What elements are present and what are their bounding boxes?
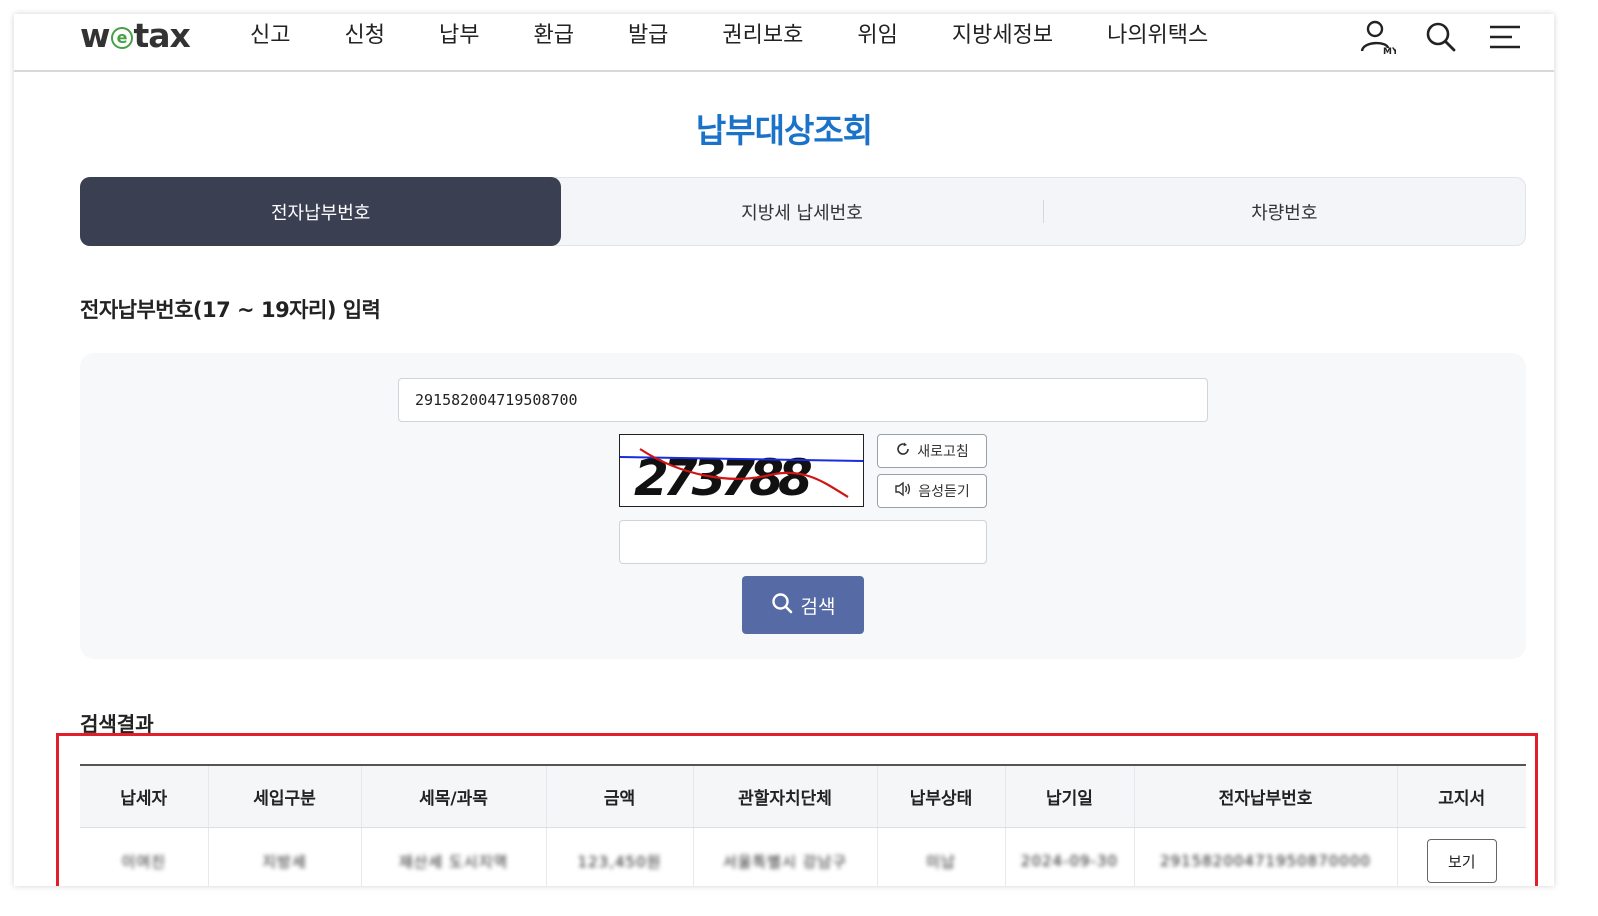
search-icon (771, 592, 793, 619)
captcha-image: 273788 (619, 434, 864, 507)
logo-e-mark: e (110, 27, 133, 49)
nav-item-report[interactable]: 신고 (250, 14, 290, 58)
my-badge: MY (1383, 47, 1396, 56)
site-header: w e tax 신고 신청 납부 환급 발급 권리보호 위임 지방세정보 나의위택스… (14, 14, 1554, 72)
nav-item-rights[interactable]: 권리보호 (722, 14, 803, 58)
nav-item-apply[interactable]: 신청 (344, 14, 384, 58)
search-type-tabs: 전자납부번호 지방세 납세번호 차량번호 (80, 177, 1526, 246)
header-icons: MY (1358, 18, 1524, 56)
logo-part: w (80, 16, 110, 55)
user-my-icon[interactable]: MY (1358, 18, 1396, 56)
search-panel: 273788 새로고침 음성듣기 검색 (80, 353, 1526, 659)
captcha-refresh-button[interactable]: 새로고침 (877, 434, 987, 468)
nav-item-local-tax-info[interactable]: 지방세정보 (952, 14, 1053, 58)
tab-vehicle-number[interactable]: 차량번호 (1044, 178, 1525, 245)
tab-epay-number[interactable]: 전자납부번호 (80, 177, 562, 246)
search-icon[interactable] (1422, 18, 1460, 56)
browser-frame: w e tax 신고 신청 납부 환급 발급 권리보호 위임 지방세정보 나의위택스… (14, 14, 1554, 886)
page-title: 납부대상조회 (695, 111, 873, 150)
section-label: 전자납부번호(17 ~ 19자리) 입력 (80, 298, 381, 322)
main-nav: 신고 신청 납부 환급 발급 권리보호 위임 지방세정보 나의위택스 (250, 14, 1208, 58)
epay-number-input[interactable] (398, 378, 1208, 422)
captcha-answer-input[interactable] (619, 520, 987, 564)
nav-item-issue[interactable]: 발급 (628, 14, 668, 58)
captcha-audio-label: 음성듣기 (918, 484, 970, 500)
search-button-label: 검색 (800, 595, 836, 618)
nav-item-delegate[interactable]: 위임 (857, 14, 897, 58)
captcha-audio-button[interactable]: 음성듣기 (877, 474, 987, 508)
menu-icon[interactable] (1486, 18, 1524, 56)
nav-item-pay[interactable]: 납부 (439, 14, 479, 58)
nav-item-my-wetax[interactable]: 나의위택스 (1107, 14, 1208, 58)
wetax-logo[interactable]: w e tax (80, 16, 191, 55)
captcha-refresh-label: 새로고침 (917, 444, 969, 460)
search-button[interactable]: 검색 (742, 576, 864, 634)
nav-item-refund[interactable]: 환급 (533, 14, 573, 58)
speaker-icon (894, 481, 912, 501)
tab-local-tax-number[interactable]: 지방세 납세번호 (561, 178, 1042, 245)
highlight-box (56, 733, 1538, 886)
logo-part: tax (133, 16, 191, 55)
refresh-icon (895, 441, 911, 461)
